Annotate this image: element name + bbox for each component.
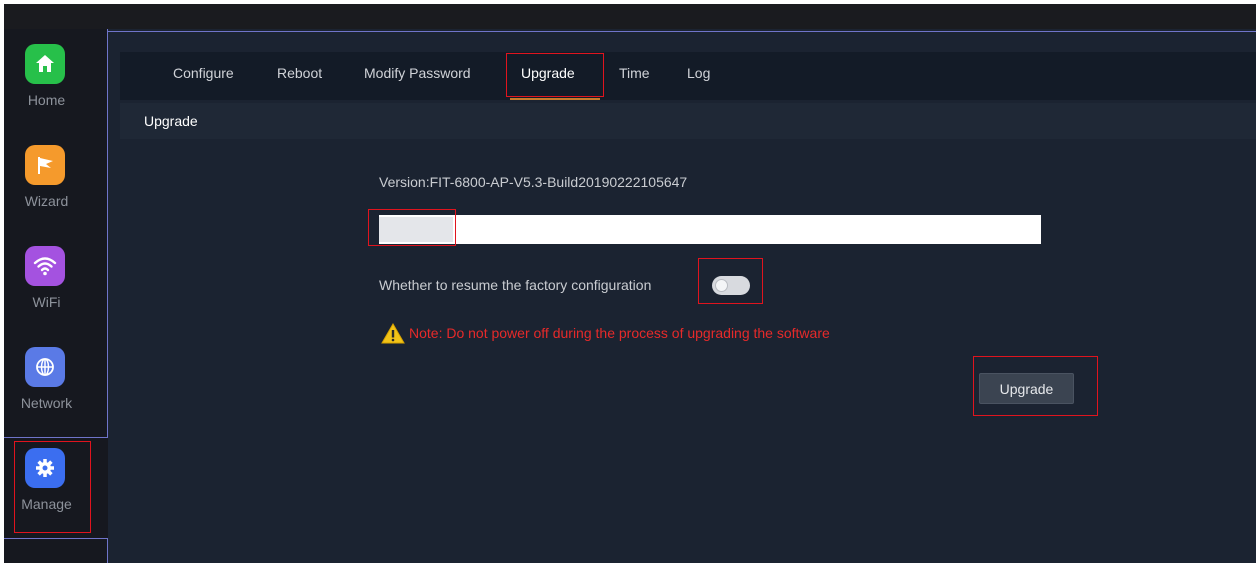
- tab-log[interactable]: Log: [687, 65, 710, 81]
- sidebar-item-label: WiFi: [32, 294, 61, 310]
- home-icon: [25, 44, 65, 84]
- flag-icon: [25, 145, 65, 185]
- wifi-icon: [25, 246, 65, 286]
- active-tab-indicator: [510, 98, 600, 100]
- factory-config-label: Whether to resume the factory configurat…: [379, 277, 652, 293]
- tab-time[interactable]: Time: [619, 65, 650, 81]
- version-text: Version:FIT-6800-AP-V5.3-Build2019022210…: [379, 174, 688, 190]
- sidebar-item-label: Home: [27, 92, 66, 108]
- top-bar: [4, 4, 1256, 29]
- section-header: Upgrade: [120, 103, 1256, 139]
- tab-configure[interactable]: Configure: [173, 65, 234, 81]
- sidebar-item-label: Manage: [21, 496, 72, 512]
- warning-icon: [381, 322, 405, 343]
- warning-note: Note: Do not power off during the proces…: [381, 322, 830, 344]
- upgrade-button[interactable]: Upgrade: [979, 373, 1074, 404]
- choose-file-button[interactable]: [379, 217, 453, 242]
- gear-icon: [25, 448, 65, 488]
- tab-modify-password[interactable]: Modify Password: [364, 65, 471, 81]
- globe-icon: [25, 347, 65, 387]
- sidebar-item-manage[interactable]: Manage: [4, 433, 108, 534]
- factory-config-toggle[interactable]: [712, 276, 750, 295]
- firmware-file-input[interactable]: [379, 215, 1041, 244]
- tab-upgrade[interactable]: Upgrade: [521, 65, 575, 81]
- tab-bar: Configure Reboot Modify Password Upgrade…: [120, 52, 1256, 100]
- sidebar-item-wizard[interactable]: Wizard: [4, 130, 108, 231]
- tab-reboot[interactable]: Reboot: [277, 65, 322, 81]
- sidebar-divider: [4, 538, 108, 539]
- section-title: Upgrade: [144, 113, 198, 129]
- warning-text: Note: Do not power off during the proces…: [409, 325, 830, 341]
- sidebar-item-wifi[interactable]: WiFi: [4, 231, 108, 332]
- sidebar-divider: [4, 437, 108, 438]
- sidebar-item-network[interactable]: Network: [4, 332, 108, 433]
- sidebar-item-label: Wizard: [24, 193, 69, 209]
- sidebar-item-label: Network: [20, 395, 73, 411]
- sidebar-nav: Home Wizard WiFi Network Manage: [4, 29, 108, 563]
- sidebar-item-home[interactable]: Home: [4, 29, 108, 130]
- toggle-knob: [715, 279, 728, 292]
- content-top-border: [108, 31, 1256, 32]
